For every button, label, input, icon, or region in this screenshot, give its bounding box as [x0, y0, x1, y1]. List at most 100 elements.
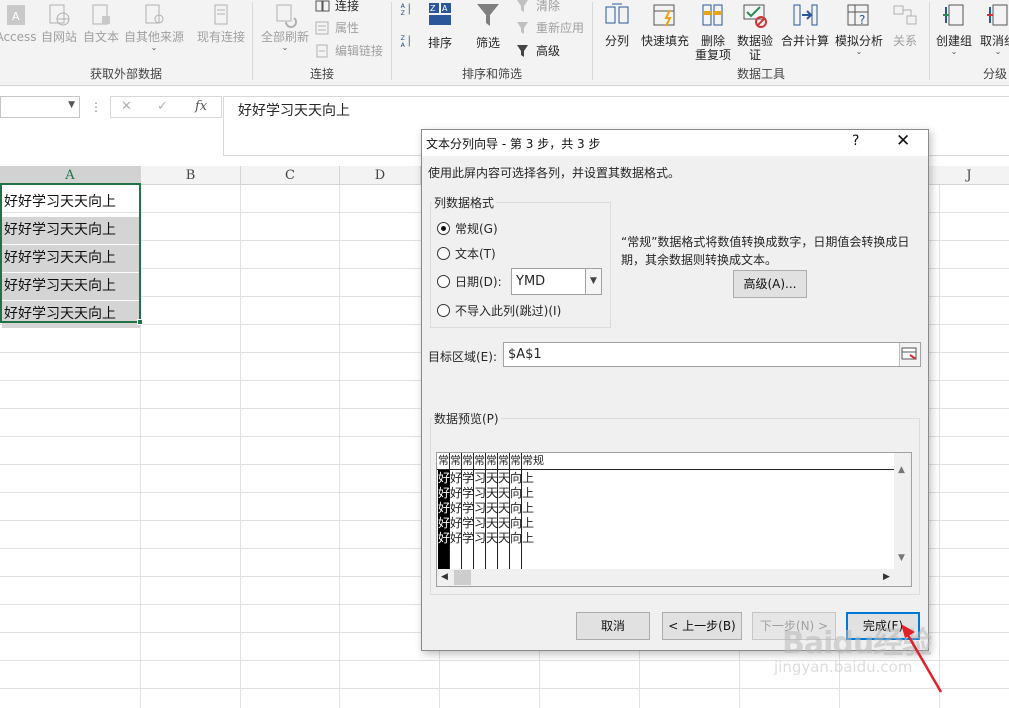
cancel-x-icon[interactable]: ✕	[121, 99, 132, 114]
sort-za-button[interactable]: ZA	[399, 34, 415, 54]
dialog-titlebar[interactable]: 文本分列向导 - 第 3 步，共 3 步 ? ✕	[422, 130, 928, 156]
scroll-up-icon[interactable]: ▲	[898, 465, 905, 475]
refresh-all-button[interactable]: 全部刷新 ⌄	[257, 0, 313, 52]
group-outline: 创建组 ⌄ 取消组 ⌄ 分级	[930, 0, 1009, 85]
preview-header: 常 常 常 常 常 常 常 常规	[437, 453, 895, 470]
format-description: “常规”数据格式将数值转换成数字，日期值会转换成日期，其余数据则转换成文本。	[621, 235, 910, 267]
insert-function-icon[interactable]: fx	[195, 99, 207, 114]
preview-horizontal-scrollbar[interactable]: ◀ ▶	[437, 569, 911, 586]
clear-filter-icon	[517, 0, 528, 12]
scroll-left-icon[interactable]: ◀	[441, 572, 448, 582]
sort-az-button[interactable]: AZ	[399, 2, 415, 22]
group-get-external-data: A Access 自网站 自文本 自其他来源 ⌄ 现有连接 获取外部数据	[0, 0, 252, 85]
column-format-group-label: 列数据格式	[432, 194, 497, 211]
range-picker-button[interactable]	[899, 343, 920, 366]
preview-header-cell[interactable]: 常	[438, 454, 449, 468]
scroll-down-icon[interactable]: ▼	[898, 553, 905, 563]
svg-text:Z: Z	[401, 35, 405, 42]
text-to-columns-dialog: 文本分列向导 - 第 3 步，共 3 步 ? ✕ 使用此屏内容可选择各列，并设置…	[421, 129, 929, 651]
properties-button[interactable]: 属性	[315, 18, 359, 38]
column-header-j[interactable]: J	[929, 166, 1009, 185]
group-connections: 全部刷新 ⌄ 连接 属性 编辑链接 连接	[253, 0, 391, 85]
remove-duplicates-button[interactable]: 删除 重复项	[693, 0, 733, 62]
text-to-columns-icon	[605, 3, 629, 24]
cancel-button[interactable]: 取消	[576, 612, 650, 640]
column-header-c[interactable]: C	[241, 166, 340, 185]
group-button[interactable]: 创建组 ⌄	[932, 0, 976, 56]
chevron-down-icon: ⌄	[855, 47, 863, 56]
scroll-right-icon[interactable]: ▶	[883, 572, 890, 582]
chevron-down-icon[interactable]: ▼	[68, 100, 75, 110]
chevron-down-icon: ⌄	[950, 47, 958, 56]
from-text-button[interactable]: 自文本	[80, 0, 122, 44]
data-validation-button[interactable]: 数据验 证	[735, 0, 775, 62]
from-web-button[interactable]: 自网站	[38, 0, 80, 44]
consolidate-icon	[793, 4, 818, 26]
sort-icon: ZA	[429, 3, 451, 25]
radio-empty-icon	[437, 275, 450, 288]
fill-handle[interactable]	[137, 319, 143, 325]
name-box[interactable]: ▼	[0, 96, 80, 118]
preview-header-cell[interactable]: 常	[486, 454, 497, 468]
radio-selected-icon	[437, 222, 450, 235]
preview-header-cell[interactable]: 常规	[522, 454, 544, 468]
confirm-check-icon[interactable]: ✓	[157, 99, 168, 114]
edit-links-icon	[316, 44, 328, 58]
advanced-button[interactable]: 高级(A)...	[733, 270, 807, 298]
clear-filter-button[interactable]: 清除	[516, 0, 560, 16]
radio-general[interactable]: 常规(G)	[437, 221, 498, 237]
date-format-select[interactable]: YMD ▼	[511, 268, 602, 295]
edit-links-button[interactable]: 编辑链接	[315, 41, 383, 61]
reapply-button[interactable]: 重新应用	[516, 18, 584, 38]
preview-header-cell[interactable]: 常	[510, 454, 521, 468]
watermark-url: jingyan.baidu.com	[774, 658, 913, 676]
advanced-filter-button[interactable]: 高级	[516, 41, 560, 61]
from-access-button[interactable]: A Access	[0, 0, 38, 44]
preview-header-cell[interactable]: 常	[462, 454, 473, 468]
ribbon: A Access 自网站 自文本 自其他来源 ⌄ 现有连接 获取外部数据 全部刷…	[0, 0, 1009, 86]
text-to-columns-button[interactable]: 分列	[599, 0, 635, 48]
radio-text[interactable]: 文本(T)	[437, 246, 496, 262]
flash-fill-button[interactable]: 快速填充	[639, 0, 691, 48]
what-if-analysis-button[interactable]: ? 模拟分析 ⌄	[831, 0, 887, 56]
what-if-icon: ?	[847, 4, 869, 27]
annotation-arrow-icon	[901, 624, 943, 693]
preview-row: 好好学习天天向上	[438, 501, 535, 515]
group-label-sort-filter: 排序和筛选	[461, 67, 522, 81]
relationships-button[interactable]: 关系	[887, 0, 923, 48]
selection-border	[0, 183, 141, 323]
preview-header-cell[interactable]: 常	[450, 454, 461, 468]
data-preview[interactable]: 常 常 常 常 常 常 常 常规 好好学习天天向上 好好学习天天向上 好好学习天…	[436, 452, 912, 587]
ungroup-button[interactable]: 取消组 ⌄	[976, 0, 1009, 56]
connections-button[interactable]: 连接	[315, 0, 359, 16]
chevron-down-icon[interactable]: ▼	[585, 269, 601, 294]
help-icon[interactable]: ?	[852, 133, 859, 149]
preview-header-cell[interactable]: 常	[498, 454, 509, 468]
destination-input[interactable]: $A$1	[503, 342, 921, 367]
remove-duplicates-icon	[702, 4, 723, 26]
radio-skip-column[interactable]: 不导入此列(跳过)(I)	[437, 303, 561, 319]
sort-button[interactable]: ZA 排序	[422, 0, 458, 50]
svg-text:A: A	[401, 3, 406, 10]
column-header-d[interactable]: D	[340, 166, 421, 185]
grid-line	[0, 688, 1009, 689]
scroll-thumb[interactable]	[454, 570, 471, 585]
relationships-icon	[893, 5, 917, 25]
consolidate-button[interactable]: 合并计算	[777, 0, 833, 48]
radio-empty-icon	[437, 247, 450, 260]
preview-header-cell[interactable]: 常	[474, 454, 485, 468]
preview-vertical-scrollbar[interactable]: ▲ ▼	[894, 453, 911, 571]
more-dots-icon: ⋮	[90, 100, 102, 114]
existing-connections-button[interactable]: 现有连接	[192, 0, 250, 44]
sort-az-icon: AZ	[401, 3, 410, 16]
filter-button[interactable]: 筛选	[470, 0, 506, 50]
back-button[interactable]: < 上一步(B)	[662, 612, 742, 640]
from-other-sources-button[interactable]: 自其他来源 ⌄	[122, 0, 186, 52]
svg-text:A: A	[401, 42, 406, 48]
connections-icon	[315, 0, 330, 12]
column-header-b[interactable]: B	[141, 166, 241, 185]
radio-date[interactable]: 日期(D):	[437, 274, 502, 290]
group-sort-filter: AZ ZA ZA 排序 筛选 清除 重新应用 高级 排序和筛选	[392, 0, 592, 85]
close-icon[interactable]: ✕	[896, 131, 910, 151]
globe-icon	[49, 4, 70, 26]
